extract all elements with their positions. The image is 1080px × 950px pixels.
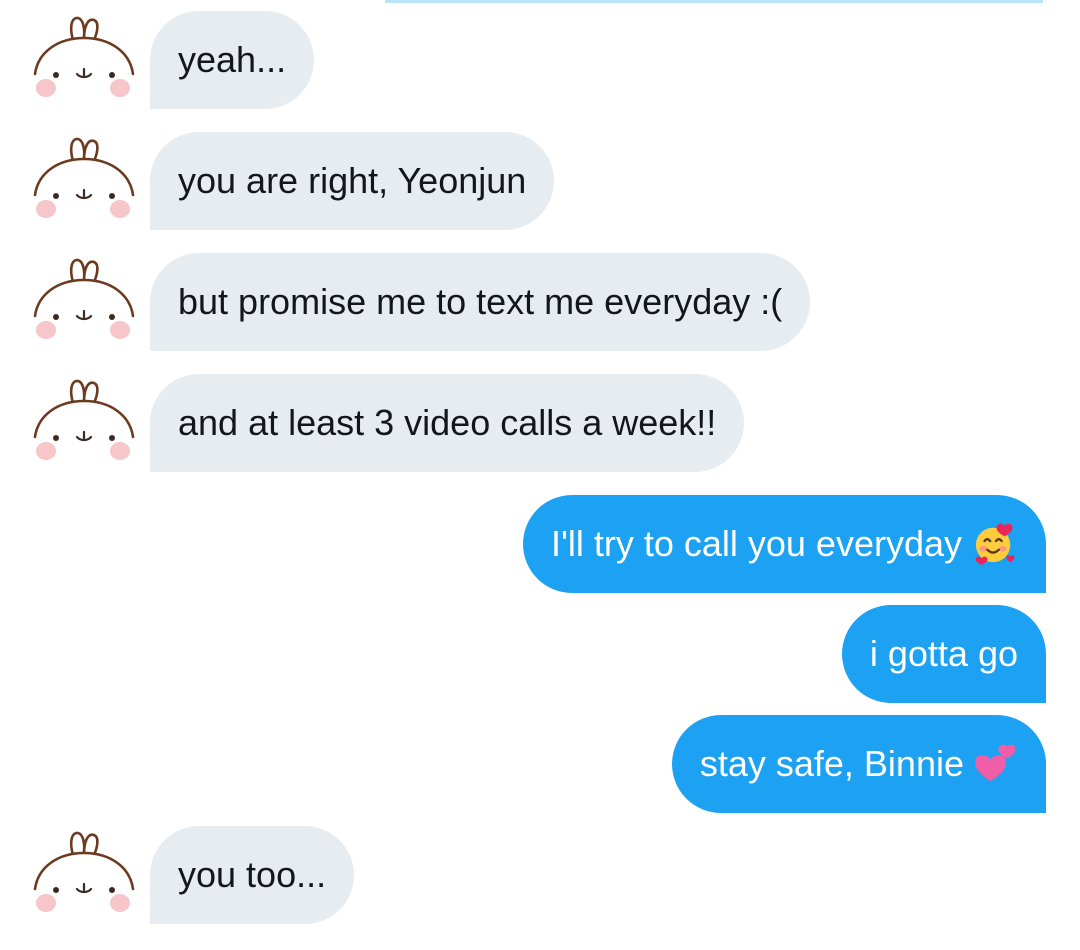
received-message-bubble[interactable]: you too... [150,826,355,924]
received-message-bubble[interactable]: but promise me to text me everyday :( [150,253,811,351]
message-text: and at least 3 video calls a week!! [178,402,717,443]
molang-bunny-icon[interactable] [32,827,136,923]
sent-message-bubble[interactable]: stay safe, Binnie [671,715,1046,813]
message-text: you are right, Yeonjun [178,160,527,201]
molang-bunny-icon[interactable] [32,12,136,108]
received-message-bubble[interactable]: you are right, Yeonjun [150,132,555,230]
previous-message-edge [385,0,1043,3]
message-text: I'll try to call you everyday [550,523,962,564]
message-text: but promise me to text me everyday :( [178,281,783,322]
smiling-face-with-hearts-emoji-icon [972,520,1018,566]
message-text: i gotta go [869,633,1018,674]
molang-bunny-icon[interactable] [32,254,136,350]
received-message-bubble[interactable]: and at least 3 video calls a week!! [150,374,745,472]
received-message-bubble[interactable]: yeah... [150,11,315,109]
two-hearts-emoji-icon [974,741,1018,785]
message-text: stay safe, Binnie [699,743,964,784]
sent-message-bubble[interactable]: i gotta go [841,605,1046,703]
molang-bunny-icon[interactable] [32,133,136,229]
sent-message-bubble[interactable]: I'll try to call you everyday [522,495,1046,593]
message-text: yeah... [178,39,287,80]
molang-bunny-icon[interactable] [32,375,136,471]
message-text: you too... [178,854,327,895]
